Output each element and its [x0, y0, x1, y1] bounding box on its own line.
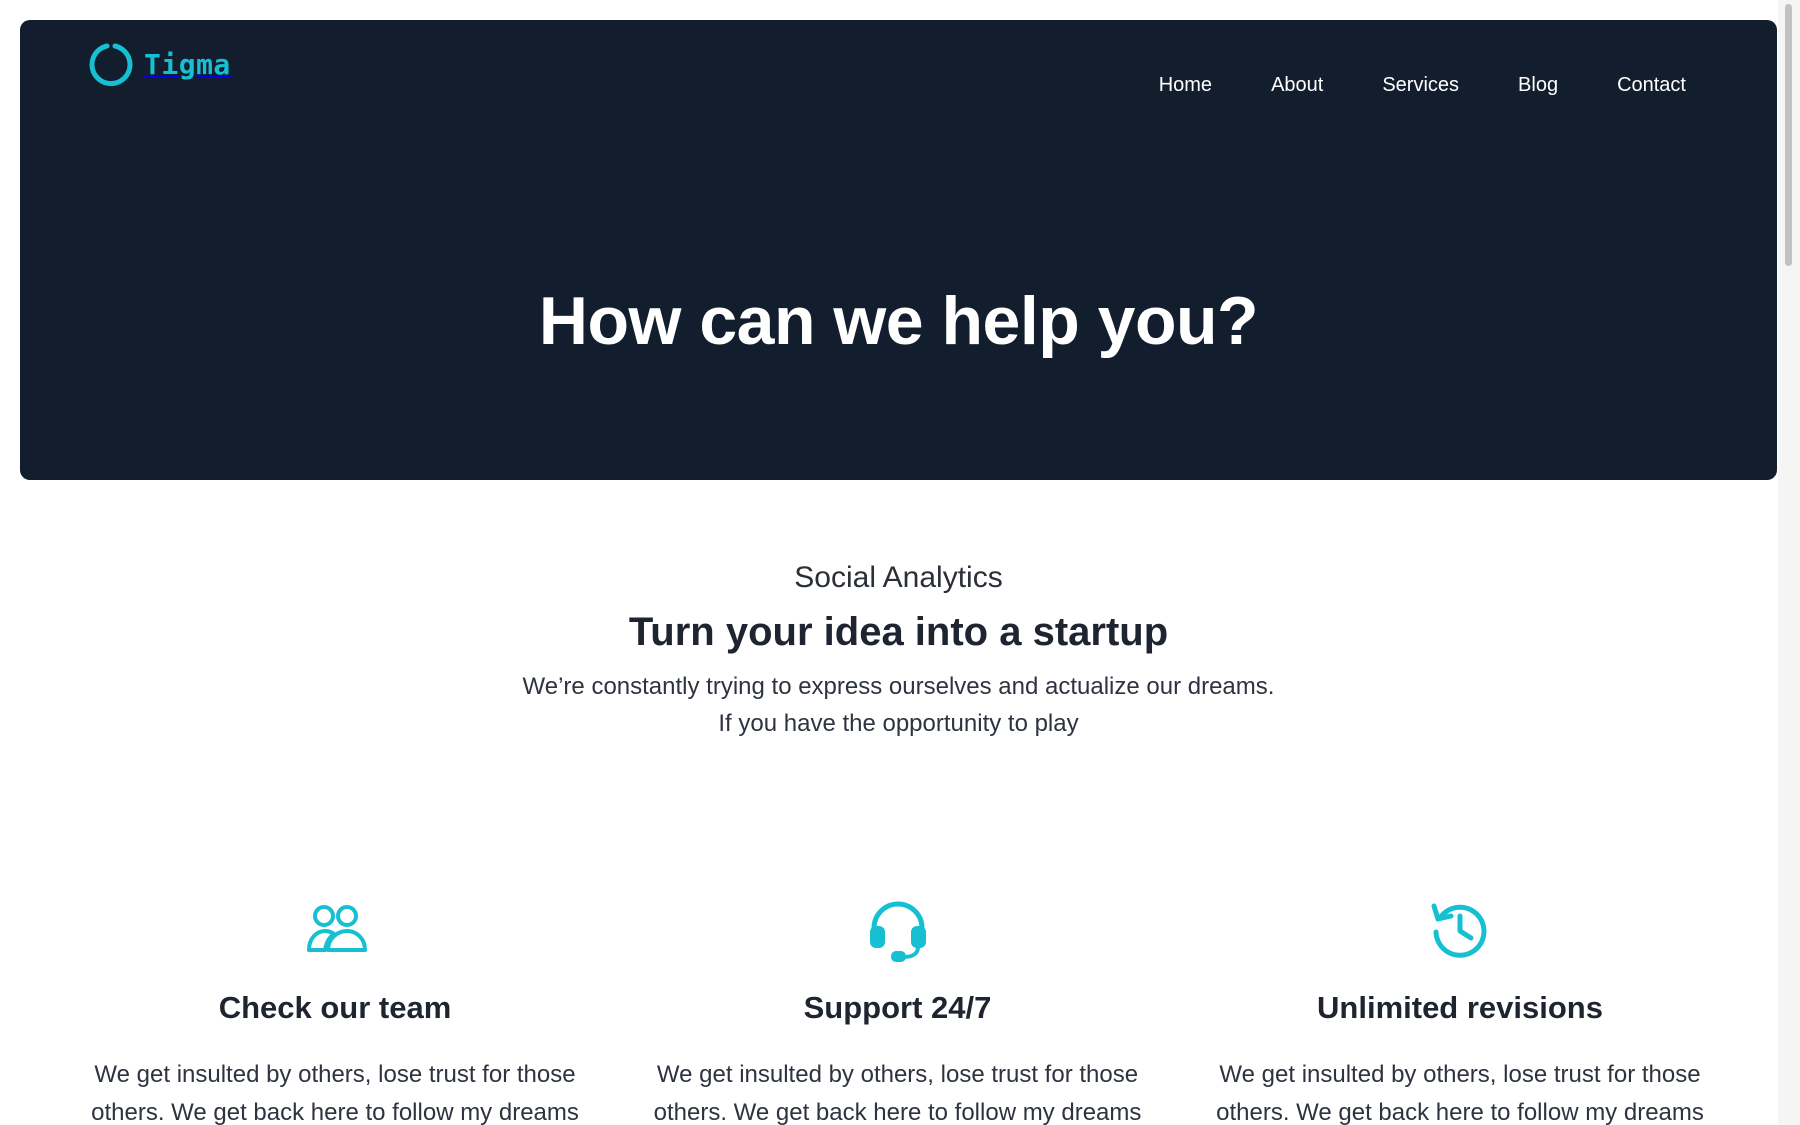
scrollbar-thumb[interactable] [1785, 4, 1792, 266]
feature-description-line-2: others. We get back here to follow my dr… [91, 1099, 579, 1125]
brand-name: Tigma [144, 47, 231, 81]
intro-section: Social Analytics Turn your idea into a s… [0, 556, 1797, 742]
feature-description: We get insulted by others, lose trust fo… [1195, 1056, 1725, 1125]
feature-description: We get insulted by others, lose trust fo… [633, 1056, 1163, 1125]
feature-card-revisions: Unlimited revisions We get insulted by o… [1195, 896, 1725, 1125]
users-icon [307, 905, 367, 952]
nav-item-services[interactable]: Services [1382, 66, 1459, 104]
feature-card-support: Support 24/7 We get insulted by others, … [633, 896, 1163, 1125]
history-icon [1431, 903, 1487, 958]
feature-description-line-2: others. We get back here to follow my dr… [1216, 1099, 1704, 1125]
feature-description-line-1: We get insulted by others, lose trust fo… [1219, 1061, 1701, 1088]
feature-description-line-1: We get insulted by others, lose trust fo… [94, 1061, 576, 1088]
hero-title: How can we help you? [538, 283, 1259, 359]
brand-logo[interactable]: Tigma [86, 39, 231, 89]
vertical-scrollbar[interactable] [1778, 0, 1800, 1125]
nav-item-home[interactable]: Home [1159, 66, 1212, 104]
headset-icon [869, 901, 926, 962]
feature-description-line-2: others. We get back here to follow my dr… [653, 1099, 1142, 1125]
section-description: We’re constantly trying to express ourse… [0, 668, 1797, 742]
logo-ring-icon [89, 43, 133, 86]
feature-title: Support 24/7 [803, 990, 992, 1025]
page: Tigma Home About Services Blog Contact H… [0, 0, 1800, 1125]
section-description-line-2: If you have the opportunity to play [718, 710, 1079, 737]
features-section: Check our team We get insulted by others… [70, 896, 1725, 1125]
nav-item-about[interactable]: About [1271, 66, 1323, 104]
nav-item-contact[interactable]: Contact [1617, 66, 1686, 104]
section-heading: Turn your idea into a startup [628, 610, 1169, 654]
nav-item-blog[interactable]: Blog [1518, 66, 1558, 104]
feature-title: Check our team [218, 990, 452, 1025]
section-eyebrow: Social Analytics [794, 561, 1003, 594]
feature-description-line-1: We get insulted by others, lose trust fo… [656, 1061, 1139, 1088]
section-description-line-1: We’re constantly trying to express ourse… [522, 673, 1275, 700]
feature-description: We get insulted by others, lose trust fo… [70, 1056, 600, 1125]
main-nav: Home About Services Blog Contact [1159, 66, 1686, 104]
feature-card-team: Check our team We get insulted by others… [70, 896, 600, 1125]
hero-header: Tigma Home About Services Blog Contact H… [20, 20, 1777, 480]
feature-title: Unlimited revisions [1317, 990, 1603, 1025]
